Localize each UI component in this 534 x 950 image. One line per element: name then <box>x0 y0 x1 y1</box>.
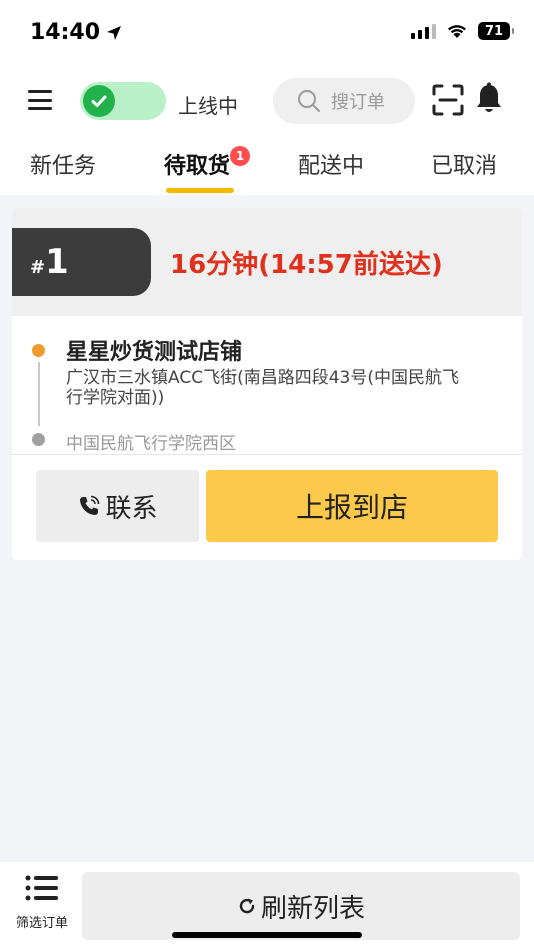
search-input[interactable]: 搜订单 <box>273 78 415 124</box>
delivery-eta: 16分钟(14:57前送达) <box>170 250 443 280</box>
menu-icon[interactable] <box>28 88 52 112</box>
dropoff-dot-icon <box>32 433 45 446</box>
toolbar: 上线中 搜订单 <box>0 74 534 130</box>
online-status-label: 上线中 <box>178 94 238 118</box>
checkmark-icon <box>91 95 107 107</box>
search-placeholder: 搜订单 <box>331 92 385 113</box>
active-tab-indicator <box>166 188 234 193</box>
destination-address: 中国民航飞行学院西区 <box>66 434 236 454</box>
shop-address: 广汉市三水镇ACC飞街(南昌路四段43号(中国民航飞行学院对面)) <box>66 368 459 408</box>
toggle-knob <box>83 85 115 117</box>
pickup-dot-icon <box>32 344 45 357</box>
card-divider <box>12 454 522 455</box>
status-time: 14:40 <box>30 20 122 45</box>
wifi-icon <box>448 25 466 38</box>
scan-icon[interactable] <box>432 84 464 116</box>
status-time-text: 14:40 <box>30 20 101 45</box>
status-bar: 14:40 71 <box>0 0 534 68</box>
order-card-header: # 1 16分钟(14:57前送达) <box>12 208 522 316</box>
list-filter-icon <box>25 875 58 901</box>
refresh-list-button[interactable]: 刷新列表 <box>82 872 520 940</box>
tab-pending-pickup[interactable]: 待取货 <box>164 148 230 180</box>
route-info: 星星炒货测试店铺 广汉市三水镇ACC飞街(南昌路四段43号(中国民航飞行学院对面… <box>12 316 522 454</box>
pending-count-badge: 1 <box>230 146 250 166</box>
status-right: 71 <box>411 22 514 40</box>
cellular-signal-icon <box>411 23 436 39</box>
tab-bar: 新任务 待取货 1 配送中 已取消 <box>0 140 534 195</box>
search-icon <box>298 90 320 112</box>
order-hash: # <box>30 256 46 278</box>
contact-button-label: 联系 <box>105 493 158 524</box>
order-card[interactable]: # 1 16分钟(14:57前送达) 星星炒货测试店铺 广汉市三水镇ACC飞街(… <box>12 208 522 560</box>
tab-new-tasks[interactable]: 新任务 <box>30 148 96 180</box>
report-arrival-button[interactable]: 上报到店 <box>206 470 498 542</box>
route-line <box>38 362 40 426</box>
shop-name: 星星炒货测试店铺 <box>66 340 243 365</box>
battery-level: 71 <box>484 23 504 39</box>
phone-icon <box>80 495 100 515</box>
report-arrival-label: 上报到店 <box>295 491 408 524</box>
bell-icon[interactable] <box>474 82 504 116</box>
app-screen: 14:40 71 上线中 搜订单 新任务 待取货 1 配送中 已取消 # 1 1… <box>0 0 534 950</box>
filter-orders-button[interactable]: 筛选订单 <box>10 872 74 942</box>
battery-icon: 71 <box>478 22 514 40</box>
contact-button[interactable]: 联系 <box>36 470 199 542</box>
home-indicator[interactable] <box>172 932 362 938</box>
refresh-icon <box>239 898 255 914</box>
refresh-list-label: 刷新列表 <box>260 893 365 924</box>
online-toggle[interactable] <box>80 82 166 120</box>
location-arrow-icon <box>107 25 122 40</box>
order-number: 1 <box>45 242 69 282</box>
tab-cancelled[interactable]: 已取消 <box>431 148 497 180</box>
filter-orders-label: 筛选订单 <box>15 916 68 931</box>
order-number-tag: # 1 <box>12 228 151 296</box>
tab-delivering[interactable]: 配送中 <box>298 148 364 180</box>
